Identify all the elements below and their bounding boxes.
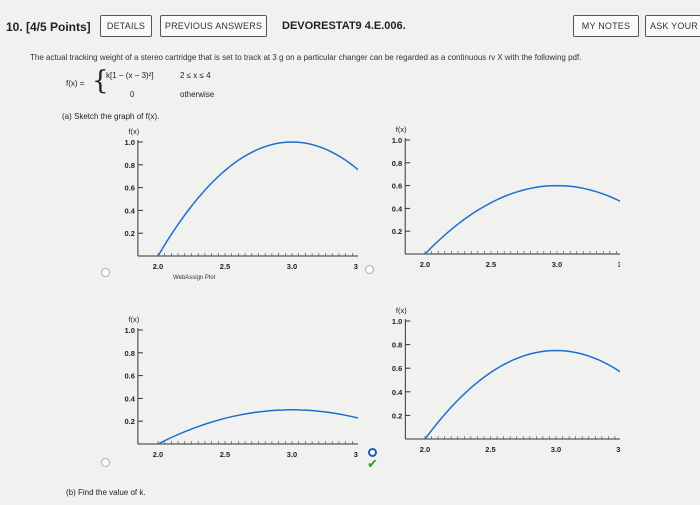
x-tick-label: 2.5 [220, 450, 230, 459]
x-tick-label: 3.5 [618, 260, 620, 269]
y-tick-label: 1.0 [124, 138, 134, 147]
y-axis-label: f(x) [396, 125, 407, 134]
x-tick-label: 2.5 [220, 262, 230, 271]
x-tick-label: 3.5 [616, 445, 620, 454]
points-label: [4/5 Points] [26, 20, 91, 34]
pdf-definition: f(x) = { k[1 − (x − 3)²] 2 ≤ x ≤ 4 0 oth… [30, 66, 250, 106]
case2-condition: otherwise [180, 90, 215, 99]
y-tick-label: 1.0 [124, 326, 134, 335]
x-tick-label: 3.0 [287, 262, 297, 271]
y-tick-label: 0.2 [124, 417, 134, 426]
graph-option-3: 0.20.40.60.81.02.02.53.03.54.04.5f(x)x [124, 315, 358, 459]
y-tick-label: 0.6 [392, 364, 402, 373]
y-tick-label: 0.6 [124, 184, 134, 193]
x-tick-label: 3.5 [354, 450, 358, 459]
x-tick-label: 3.0 [287, 450, 297, 459]
part-b-label: (b) Find the value of k. [66, 488, 146, 497]
correct-check-icon: ✔ [367, 456, 378, 471]
graph-option-3-radio[interactable] [101, 458, 110, 467]
pdf-curve [424, 349, 620, 440]
x-tick-label: 3.0 [551, 445, 561, 454]
y-tick-label: 1.0 [392, 136, 402, 145]
y-tick-label: 0.4 [124, 394, 135, 403]
y-axis-label: f(x) [128, 315, 139, 324]
y-tick-label: 0.8 [392, 159, 402, 168]
y-tick-label: 0.6 [392, 182, 402, 191]
question-number: 10. [6, 20, 23, 34]
y-tick-label: 1.0 [392, 317, 402, 326]
graph-option-2: 0.20.40.60.81.02.02.53.03.54.04.5f(x)x [392, 125, 620, 269]
graph-option-2-radio[interactable] [365, 265, 374, 274]
y-tick-label: 0.8 [392, 341, 402, 350]
pdf-curve [424, 184, 620, 255]
question-header: 10. [4/5 Points] DETAILS PREVIOUS ANSWER… [0, 0, 700, 44]
case1-condition: 2 ≤ x ≤ 4 [180, 71, 211, 80]
problem-id: DEVORESTAT9 4.E.006. [282, 20, 406, 32]
y-tick-label: 0.2 [124, 229, 134, 238]
graph-option-1: 0.20.40.60.81.02.02.53.03.54.04.5f(x)x [124, 127, 358, 271]
case2-expression: 0 [130, 90, 135, 99]
x-tick-label: 2.0 [153, 450, 163, 459]
x-tick-label: 3.5 [354, 262, 358, 271]
x-tick-label: 2.5 [486, 260, 496, 269]
x-tick-label: 2.0 [420, 260, 430, 269]
previous-answers-button[interactable]: PREVIOUS ANSWERS [160, 15, 267, 37]
details-button[interactable]: DETAILS [100, 15, 152, 37]
webassign-watermark: WebAssign Plot [173, 275, 216, 281]
y-axis-label: f(x) [128, 127, 139, 136]
y-tick-label: 0.4 [392, 204, 403, 213]
pdf-curve [157, 409, 358, 445]
y-tick-label: 0.4 [392, 388, 403, 397]
graph-option-4: 0.20.40.60.81.02.02.53.03.54.04.5f(x)x [392, 306, 620, 454]
fx-label: f(x) = [66, 79, 85, 88]
problem-intro: The actual tracking weight of a stereo c… [30, 53, 582, 62]
y-tick-label: 0.6 [124, 372, 134, 381]
graph-option-1-radio[interactable] [101, 268, 110, 277]
x-tick-label: 2.5 [485, 445, 495, 454]
x-tick-label: 2.0 [153, 262, 163, 271]
case1-expression: k[1 − (x − 3)²] [106, 71, 154, 80]
y-tick-label: 0.2 [392, 411, 402, 420]
ask-your-teacher-button[interactable]: ASK YOUR [645, 15, 700, 37]
y-tick-label: 0.8 [124, 349, 134, 358]
y-axis-label: f(x) [396, 306, 407, 315]
my-notes-button[interactable]: MY NOTES [573, 15, 639, 37]
x-tick-label: 2.0 [420, 445, 430, 454]
y-tick-label: 0.8 [124, 161, 134, 170]
pdf-curve [157, 141, 358, 257]
y-tick-label: 0.2 [392, 227, 402, 236]
y-tick-label: 0.4 [124, 206, 135, 215]
x-tick-label: 3.0 [552, 260, 562, 269]
